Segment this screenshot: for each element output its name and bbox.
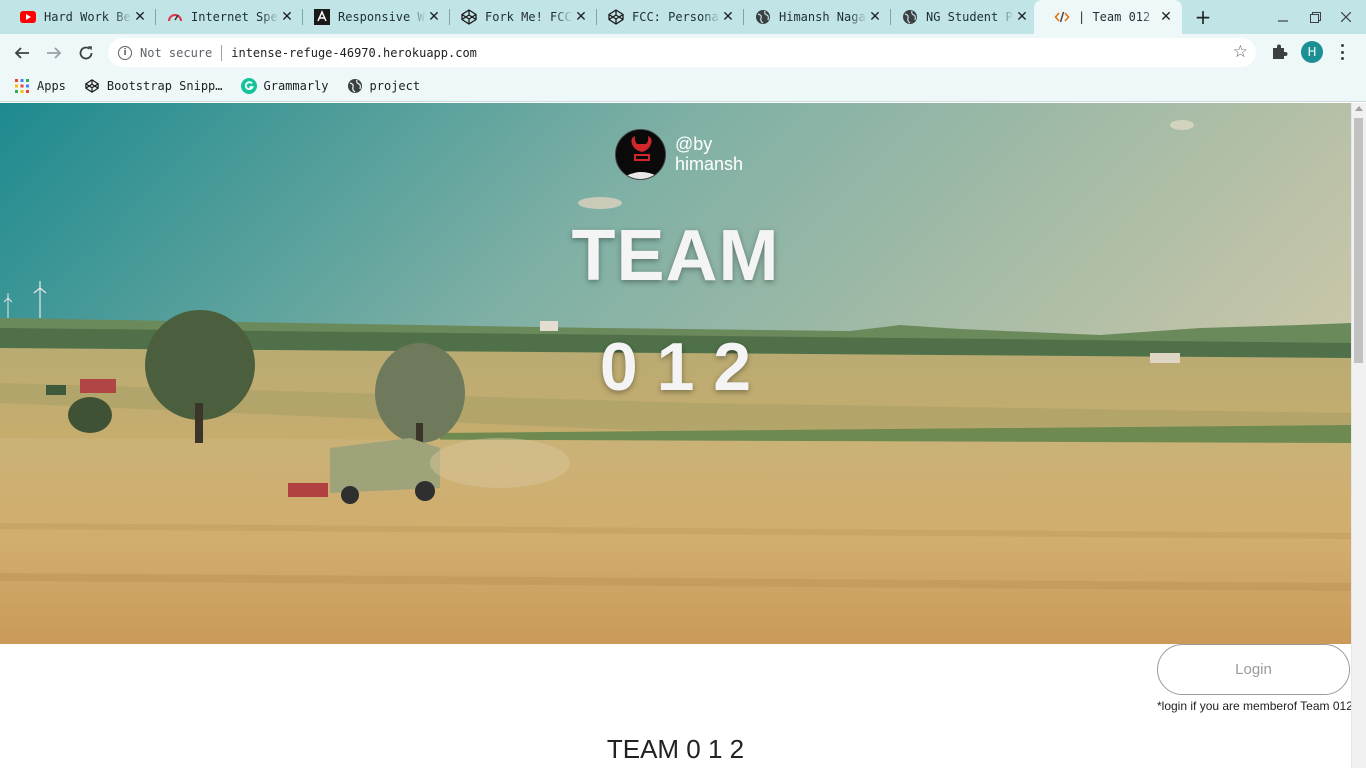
tab-title: Fork Me! FCC	[485, 10, 572, 24]
restore-icon[interactable]	[1305, 8, 1325, 26]
bookmarks-bar: Apps Bootstrap Snipp… Grammarly project	[0, 71, 1366, 102]
address-divider	[221, 44, 223, 61]
codepen-icon	[461, 9, 477, 25]
tab-himansh-nagar[interactable]: Himansh Nagar ✕	[735, 0, 891, 34]
bull-logo-icon	[616, 130, 665, 179]
section-title: TEAM 0 1 2	[606, 734, 745, 764]
byline-line-2: himansh	[675, 154, 744, 174]
byline-line-1: @by	[675, 134, 713, 154]
grammarly-icon	[240, 78, 257, 94]
close-icon[interactable]: ✕	[720, 9, 736, 25]
tab-title: Himansh Nagar	[779, 10, 867, 24]
tab-strip: Hard Work Beats Talent ✕ Internet Speed …	[0, 0, 1366, 34]
address-bar[interactable]: i Not secure intense-refuge-46970.heroku…	[108, 38, 1256, 67]
scrollbar-thumb[interactable]	[1354, 118, 1363, 363]
tab-title: Responsive Web Design	[338, 10, 426, 24]
close-icon[interactable]: ✕	[1014, 9, 1030, 25]
info-icon[interactable]: i	[118, 45, 132, 60]
bookmark-label: Apps	[37, 79, 66, 93]
tab-internet-speed[interactable]: Internet Speed Test ✕	[147, 0, 303, 34]
bookmark-bootstrap-snippets[interactable]: Bootstrap Snipp…	[84, 78, 223, 94]
codepen-icon	[84, 78, 100, 94]
close-icon[interactable]: ✕	[573, 9, 589, 25]
page-viewport: @by himansh TEAM 0 1 2 Login *login if y…	[0, 103, 1351, 768]
codepen-icon	[608, 9, 624, 25]
globe-icon	[347, 78, 363, 94]
close-icon[interactable]: ✕	[132, 9, 148, 25]
globe-icon	[755, 9, 771, 25]
tab-title: FCC: Personal Portfolio	[632, 10, 720, 24]
tab-responsive-web[interactable]: Responsive Web Design ✕	[294, 0, 450, 34]
close-icon[interactable]: ✕	[867, 9, 883, 25]
login-button[interactable]: Login	[1157, 644, 1350, 695]
reload-icon[interactable]	[74, 41, 98, 65]
scroll-up-arrow-icon[interactable]	[1355, 106, 1363, 111]
tab-fcc-portfolio[interactable]: FCC: Personal Portfolio ✕	[588, 0, 744, 34]
close-icon[interactable]: ✕	[1158, 9, 1174, 25]
tab-title: NG Student Portal	[926, 10, 1014, 24]
speedometer-icon	[167, 9, 183, 25]
tab-title: Internet Speed Test	[191, 10, 279, 24]
globe-icon	[902, 9, 918, 25]
menu-dots-icon[interactable]	[1334, 43, 1350, 61]
close-icon[interactable]: ✕	[279, 9, 295, 25]
youtube-icon	[20, 9, 36, 25]
bookmark-star-icon[interactable]: ☆	[1233, 43, 1248, 61]
tab-hard-work[interactable]: Hard Work Beats Talent ✕	[0, 0, 156, 34]
tab-ng-student[interactable]: NG Student Portal ✕	[882, 0, 1038, 34]
bookmark-label: Grammarly	[263, 79, 329, 93]
code-icon	[1054, 9, 1070, 25]
extensions-puzzle-icon[interactable]	[1268, 41, 1290, 63]
close-window-icon[interactable]	[1336, 8, 1356, 26]
minimize-icon[interactable]	[1273, 8, 1293, 26]
tab-title: Hard Work Beats Talent	[44, 10, 132, 24]
login-note: *login if you are memberof Team 012	[1157, 699, 1351, 713]
hero-title: TEAM	[571, 216, 780, 296]
tab-team-012[interactable]: | Team 012 | ✕	[1034, 0, 1182, 34]
bookmark-label: Bootstrap Snipp…	[106, 79, 223, 93]
url-text[interactable]: intense-refuge-46970.herokuapp.com	[231, 46, 477, 60]
tab-title: | Team 012 |	[1078, 10, 1158, 24]
bookmark-grammarly[interactable]: Grammarly	[240, 78, 329, 94]
avatar	[615, 129, 666, 180]
security-label: Not secure	[140, 45, 213, 60]
profile-avatar[interactable]: H	[1301, 41, 1323, 63]
tab-fork-me[interactable]: Fork Me! FCC ✕	[441, 0, 597, 34]
apps-grid-icon	[14, 78, 30, 94]
hero-number: 0 1 2	[599, 329, 752, 405]
hero-banner: @by himansh TEAM 0 1 2	[0, 103, 1351, 644]
angular-icon	[314, 9, 330, 25]
bookmark-apps[interactable]: Apps	[14, 78, 66, 94]
bookmark-project[interactable]: project	[347, 78, 421, 94]
close-icon[interactable]: ✕	[426, 9, 442, 25]
bookmark-label: project	[369, 79, 421, 93]
forward-icon[interactable]	[42, 41, 66, 65]
back-icon[interactable]	[10, 41, 34, 65]
author-byline: @by himansh	[675, 134, 743, 174]
new-tab-button[interactable]: +	[1192, 7, 1214, 29]
browser-toolbar: i Not secure intense-refuge-46970.heroku…	[0, 34, 1366, 71]
